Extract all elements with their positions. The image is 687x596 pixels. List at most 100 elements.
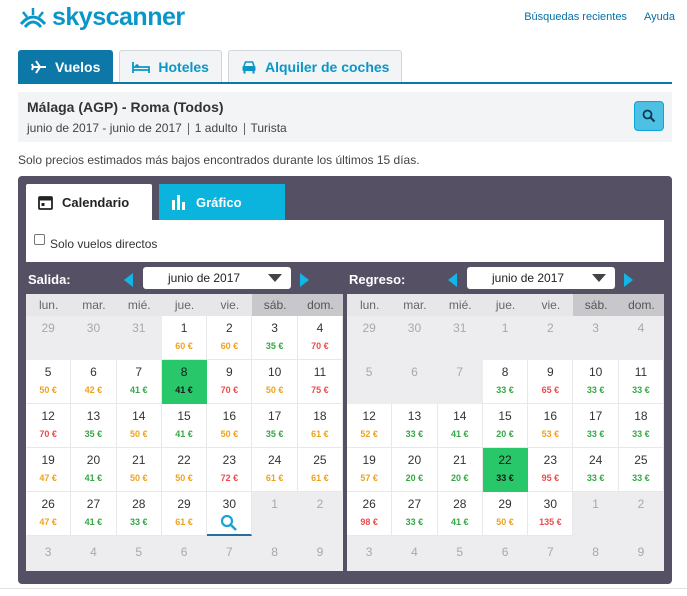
skyscanner-logo[interactable]: skyscanner [18, 3, 185, 32]
day-number: 25 [634, 453, 648, 467]
recent-searches-link[interactable]: Búsquedas recientes [524, 11, 627, 23]
departure-day-cell[interactable]: 26 47 € [26, 492, 72, 536]
day-number: 9 [637, 545, 645, 559]
return-day-cell[interactable]: 19 57 € [347, 448, 393, 492]
return-day-cell[interactable]: 23 95 € [528, 448, 574, 492]
return-month-select[interactable]: junio de 2017 [467, 267, 615, 289]
departure-day-cell[interactable]: 25 61 € [297, 448, 344, 492]
tab-flights-label: Vuelos [55, 59, 101, 75]
return-day-cell[interactable]: 27 33 € [392, 492, 438, 536]
departure-day-cell[interactable]: 9 70 € [207, 360, 253, 404]
day-number: 8 [271, 545, 278, 559]
day-number: 26 [362, 497, 376, 511]
day-price: 75 € [311, 385, 329, 395]
tab-calendar[interactable]: Calendario [26, 184, 152, 220]
return-day-cell[interactable]: 18 33 € [618, 404, 665, 448]
day-number: 22 [177, 453, 191, 467]
departure-prev-month-icon[interactable] [124, 273, 133, 287]
departure-day-cell[interactable]: 17 35 € [252, 404, 298, 448]
return-day-cell[interactable]: 8 33 € [482, 360, 529, 404]
return-day-cell[interactable]: 11 33 € [618, 360, 665, 404]
return-prev-month-icon[interactable] [448, 273, 457, 287]
direct-only-checkbox[interactable] [34, 234, 45, 245]
departure-day-cell[interactable]: 24 61 € [252, 448, 298, 492]
departure-day-cell[interactable]: 22 50 € [161, 448, 208, 492]
return-day-cell[interactable]: 14 41 € [437, 404, 483, 448]
departure-day-cell[interactable]: 15 41 € [161, 404, 208, 448]
return-day-cell[interactable]: 16 53 € [528, 404, 574, 448]
departure-day-cell[interactable]: 27 41 € [71, 492, 117, 536]
return-day-cell[interactable]: 28 41 € [437, 492, 483, 536]
help-link[interactable]: Ayuda [644, 11, 675, 23]
departure-month-select[interactable]: junio de 2017 [143, 267, 291, 289]
departure-day-cell[interactable]: 20 41 € [71, 448, 117, 492]
day-price: 33 € [586, 473, 605, 483]
day-number: 6 [411, 365, 418, 379]
day-number: 4 [411, 545, 418, 559]
departure-header: Salida: junio de 2017 [26, 262, 343, 294]
departure-day-cell[interactable]: 28 33 € [116, 492, 162, 536]
day-number: 2 [225, 321, 233, 335]
departure-day-cell[interactable]: 21 50 € [116, 448, 162, 492]
tab-car-hire-label: Alquiler de coches [264, 59, 390, 75]
return-day-cell[interactable]: 12 52 € [347, 404, 393, 448]
departure-day-cell[interactable]: 13 35 € [71, 404, 117, 448]
departure-day-cell[interactable]: 3 35 € [252, 316, 298, 360]
departure-day-cell[interactable]: 11 75 € [297, 360, 344, 404]
return-next-month-icon[interactable] [624, 273, 633, 287]
departure-day-cell[interactable]: 18 61 € [297, 404, 344, 448]
departure-next-month-icon[interactable] [300, 273, 309, 287]
day-number: 18 [634, 409, 648, 423]
return-day-cell[interactable]: 29 50 € [482, 492, 529, 536]
search-icon[interactable] [220, 514, 238, 537]
day-price: 47 € [39, 473, 57, 483]
return-day-cell[interactable]: 24 33 € [573, 448, 619, 492]
day-number: 23 [222, 453, 237, 467]
return-day-cell[interactable]: 30 135 € [528, 492, 574, 536]
day-number: 13 [407, 409, 422, 423]
departure-day-cell[interactable]: 30 [207, 492, 253, 537]
departure-day-cell[interactable]: 4 70 € [297, 316, 344, 360]
tab-calendar-label: Calendario [62, 194, 130, 210]
departure-day-cell[interactable]: 16 50 € [207, 404, 253, 448]
return-day-cell: 3 [347, 536, 393, 571]
departure-day-cell[interactable]: 7 41 € [116, 360, 162, 404]
return-day-cell[interactable]: 21 20 € [437, 448, 483, 492]
return-day-cell[interactable]: 20 20 € [392, 448, 438, 492]
return-day-cell[interactable]: 22 33 € [482, 448, 529, 492]
direct-only-label[interactable]: Solo vuelos directos [50, 237, 157, 251]
departure-day-cell[interactable]: 2 60 € [207, 316, 253, 360]
departure-day-cell[interactable]: 14 50 € [116, 404, 162, 448]
day-price: 50 € [265, 385, 284, 395]
search-icon [642, 109, 656, 123]
return-day-cell[interactable]: 25 33 € [618, 448, 665, 492]
return-day-cell[interactable]: 17 33 € [573, 404, 619, 448]
tab-hotels[interactable]: Hoteles [119, 50, 222, 83]
day-price: 50 € [220, 429, 239, 439]
day-number: 5 [135, 545, 143, 559]
edit-search-button[interactable] [634, 101, 664, 131]
departure-day-cell[interactable]: 5 50 € [26, 360, 72, 404]
return-day-cell[interactable]: 15 20 € [482, 404, 529, 448]
departure-day-cell[interactable]: 10 50 € [252, 360, 298, 404]
departure-day-cell: 5 [116, 536, 162, 571]
tab-chart[interactable]: Gráfico [159, 184, 285, 220]
return-day-cell[interactable]: 9 65 € [528, 360, 574, 404]
departure-day-cell[interactable]: 19 47 € [26, 448, 72, 492]
departure-day-cell[interactable]: 12 70 € [26, 404, 72, 448]
departure-day-cell[interactable]: 23 72 € [207, 448, 253, 492]
departure-day-cell[interactable]: 1 60 € [161, 316, 208, 360]
day-number: 31 [132, 321, 146, 335]
day-number: 3 [44, 545, 52, 559]
departure-day-cell[interactable]: 29 61 € [161, 492, 208, 536]
tab-flights[interactable]: Vuelos [18, 50, 114, 83]
day-number: 3 [365, 545, 373, 559]
return-day-cell[interactable]: 10 33 € [573, 360, 619, 404]
tab-car-hire[interactable]: Alquiler de coches [227, 50, 403, 83]
return-day-cell[interactable]: 13 33 € [392, 404, 438, 448]
day-number: 13 [86, 409, 101, 423]
departure-day-cell[interactable]: 8 41 € [161, 360, 208, 404]
day-price: 61 € [265, 473, 284, 483]
departure-day-cell[interactable]: 6 42 € [71, 360, 117, 404]
return-day-cell[interactable]: 26 98 € [347, 492, 393, 536]
